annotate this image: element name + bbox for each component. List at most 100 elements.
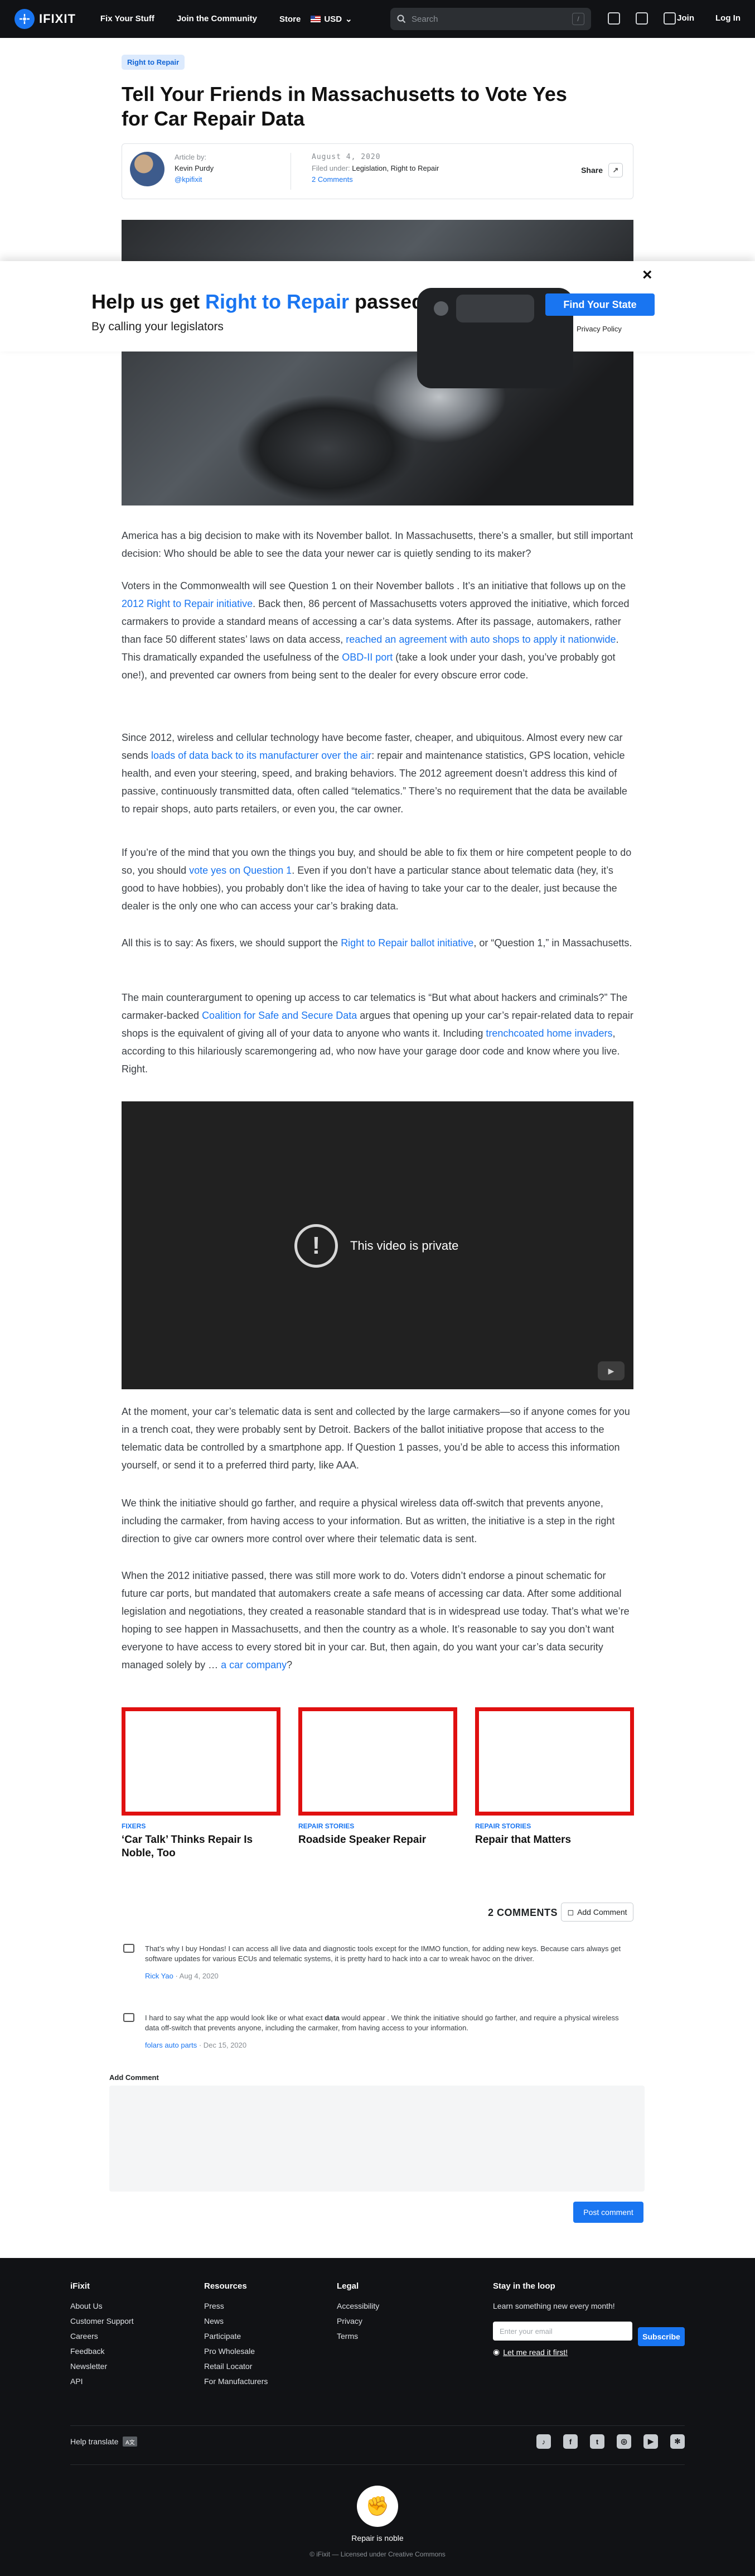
footer-link[interactable]: Pro Wholesale xyxy=(204,2344,268,2359)
find-your-state-button[interactable]: Find Your State xyxy=(545,293,655,316)
language-icon[interactable] xyxy=(636,12,648,25)
paragraph-7: At the moment, your car’s telematic data… xyxy=(122,1406,630,1471)
top-nav: IFIXIT Fix Your Stuff Join the Community… xyxy=(0,0,755,38)
related-card[interactable]: FIXERS ‘Car Talk’ Thinks Repair Is Noble… xyxy=(122,1707,280,1860)
site-footer: iFixit About Us Customer Support Careers… xyxy=(0,2258,755,2576)
add-comment-button[interactable]: ◻ Add Comment xyxy=(561,1903,633,1922)
video-private-message: This video is private xyxy=(350,1239,459,1253)
related-title[interactable]: Repair that Matters xyxy=(475,1833,634,1847)
footer-link[interactable]: Careers xyxy=(70,2329,134,2344)
paragraph-5: All this is to say: As fixers, we should… xyxy=(122,937,632,948)
article-title: Tell Your Friends in Massachusetts to Vo… xyxy=(122,83,567,130)
comment-textarea[interactable] xyxy=(109,2086,645,2192)
read-first-link[interactable]: ◉ Let me read it first! xyxy=(493,2347,688,2357)
author-name[interactable]: Kevin Purdy xyxy=(175,163,214,174)
link-2012-initiative[interactable]: 2012 Right to Repair initiative xyxy=(122,598,253,609)
category-tag[interactable]: Right to Repair xyxy=(122,55,185,70)
footer-link[interactable]: Customer Support xyxy=(70,2314,134,2329)
author-handle[interactable]: @kpifixit xyxy=(175,174,214,185)
comment-text: I hard to say what the app would look li… xyxy=(145,2014,619,2032)
chevron-down-icon: ⌄ xyxy=(345,15,352,24)
add-comment-label: Add Comment xyxy=(577,1908,627,1917)
popup-subtitle: By calling your legislators xyxy=(91,320,224,333)
search-bar[interactable]: Search / xyxy=(390,8,591,30)
related-image xyxy=(298,1707,457,1816)
tiktok-icon[interactable]: ♪ xyxy=(536,2434,551,2449)
nav-store[interactable]: Store xyxy=(279,15,301,24)
toolbox-icon[interactable] xyxy=(608,12,620,25)
footer-newsletter: Stay in the loop Learn something new eve… xyxy=(493,2281,688,2357)
newsletter-email-input[interactable]: Enter your email xyxy=(493,2322,632,2341)
youtube-icon[interactable]: ▶ xyxy=(598,1361,625,1380)
link-agreement-nationwide[interactable]: reached an agreement with auto shops to … xyxy=(346,634,616,645)
comment-bubble-icon xyxy=(123,1944,134,1953)
cart-icon[interactable] xyxy=(664,12,676,25)
related-title[interactable]: ‘Car Talk’ Thinks Repair Is Noble, Too xyxy=(122,1833,280,1860)
comment-author[interactable]: folars auto parts xyxy=(145,2041,197,2049)
currency-label: USD xyxy=(324,14,342,24)
social-links: ♪ f t ◎ ▶ ✻ xyxy=(536,2434,685,2449)
footer-link[interactable]: Accessibility xyxy=(337,2299,379,2314)
twitter-icon[interactable]: t xyxy=(590,2434,604,2449)
search-placeholder: Search xyxy=(412,14,438,24)
footer-link[interactable]: News xyxy=(204,2314,268,2329)
subscribe-button[interactable]: Subscribe xyxy=(638,2327,685,2346)
external-share-icon: ↗ xyxy=(608,163,623,177)
post-comment-button[interactable]: Post comment xyxy=(573,2202,643,2223)
help-translate-link[interactable]: Help translate A文 xyxy=(70,2437,138,2447)
login-link[interactable]: Log In xyxy=(715,13,741,23)
nav-fix-your-stuff[interactable]: Fix Your Stuff xyxy=(100,14,154,24)
footer-link[interactable]: Participate xyxy=(204,2329,268,2344)
eye-icon: ◉ xyxy=(493,2347,500,2356)
footer-link[interactable]: Terms xyxy=(337,2329,379,2344)
currency-selector[interactable]: USD ⌄ xyxy=(311,14,352,24)
link-loads-of-data[interactable]: loads of data back to its manufacturer o… xyxy=(151,750,371,761)
link-trenchcoated[interactable]: trenchcoated home invaders xyxy=(486,1028,612,1039)
footer-link[interactable]: Privacy xyxy=(337,2314,379,2329)
instagram-icon[interactable]: ◎ xyxy=(617,2434,631,2449)
share-button[interactable]: Share ↗ xyxy=(581,163,623,177)
add-comment-heading: Add Comment xyxy=(109,2073,159,2082)
related-image xyxy=(475,1707,634,1816)
tagline: Repair is noble xyxy=(351,2534,404,2543)
filed-under-tags[interactable]: Legislation, Right to Repair xyxy=(352,164,439,172)
footer-link[interactable]: Press xyxy=(204,2299,268,2314)
related-card[interactable]: REPAIR STORIES Repair that Matters xyxy=(475,1707,634,1860)
paragraph-8: We think the initiative should go farthe… xyxy=(122,1498,615,1544)
link-coalition[interactable]: Coalition for Safe and Secure Data xyxy=(202,1010,357,1021)
footer-link[interactable]: About Us xyxy=(70,2299,134,2314)
join-link[interactable]: Join xyxy=(677,13,694,23)
comments-link[interactable]: 2 Comments xyxy=(312,174,439,185)
footer-link[interactable]: For Manufacturers xyxy=(204,2374,268,2389)
embedded-video[interactable]: ! This video is private ▶ xyxy=(122,1101,633,1389)
link-obd-ii-port[interactable]: OBD-II port xyxy=(342,652,393,663)
ifixit-logo[interactable]: IFIXIT xyxy=(14,9,76,29)
footer-divider xyxy=(70,2425,685,2426)
facebook-icon[interactable]: f xyxy=(563,2434,578,2449)
translate-icon: A文 xyxy=(123,2437,138,2447)
search-shortcut: / xyxy=(572,13,584,25)
privacy-policy-link[interactable]: Privacy Policy xyxy=(577,325,622,333)
related-title[interactable]: Roadside Speaker Repair xyxy=(298,1833,457,1847)
link-vote-yes[interactable]: vote yes on Question 1 xyxy=(189,865,292,876)
link-ballot-initiative[interactable]: Right to Repair ballot initiative xyxy=(341,937,473,948)
footer-link[interactable]: Retail Locator xyxy=(204,2359,268,2374)
community-icon[interactable]: ✻ xyxy=(670,2434,685,2449)
close-icon[interactable]: × xyxy=(642,266,652,285)
nav-join-community[interactable]: Join the Community xyxy=(177,14,257,24)
comment-author[interactable]: Rick Yao xyxy=(145,1972,173,1980)
footer-link[interactable]: Feedback xyxy=(70,2344,134,2359)
footer-col-resources: Resources Press News Participate Pro Who… xyxy=(204,2281,268,2389)
popup-title: Help us get Right to Repair passed xyxy=(91,290,424,313)
youtube-icon[interactable]: ▶ xyxy=(643,2434,658,2449)
related-card[interactable]: REPAIR STORIES Roadside Speaker Repair xyxy=(298,1707,457,1860)
author-avatar[interactable] xyxy=(130,152,164,186)
link-car-company[interactable]: a car company xyxy=(221,1659,287,1670)
footer-link[interactable]: Newsletter xyxy=(70,2359,134,2374)
paragraph-4: If you’re of the mind that you own the t… xyxy=(122,847,632,912)
license-text[interactable]: © iFixit — Licensed under Creative Commo… xyxy=(0,2550,755,2558)
paragraph-9: When the 2012 initiative passed, there w… xyxy=(122,1570,630,1670)
comment-date: Aug 4, 2020 xyxy=(179,1972,219,1980)
footer-link[interactable]: API xyxy=(70,2374,134,2389)
logo-text: IFIXIT xyxy=(39,12,76,26)
